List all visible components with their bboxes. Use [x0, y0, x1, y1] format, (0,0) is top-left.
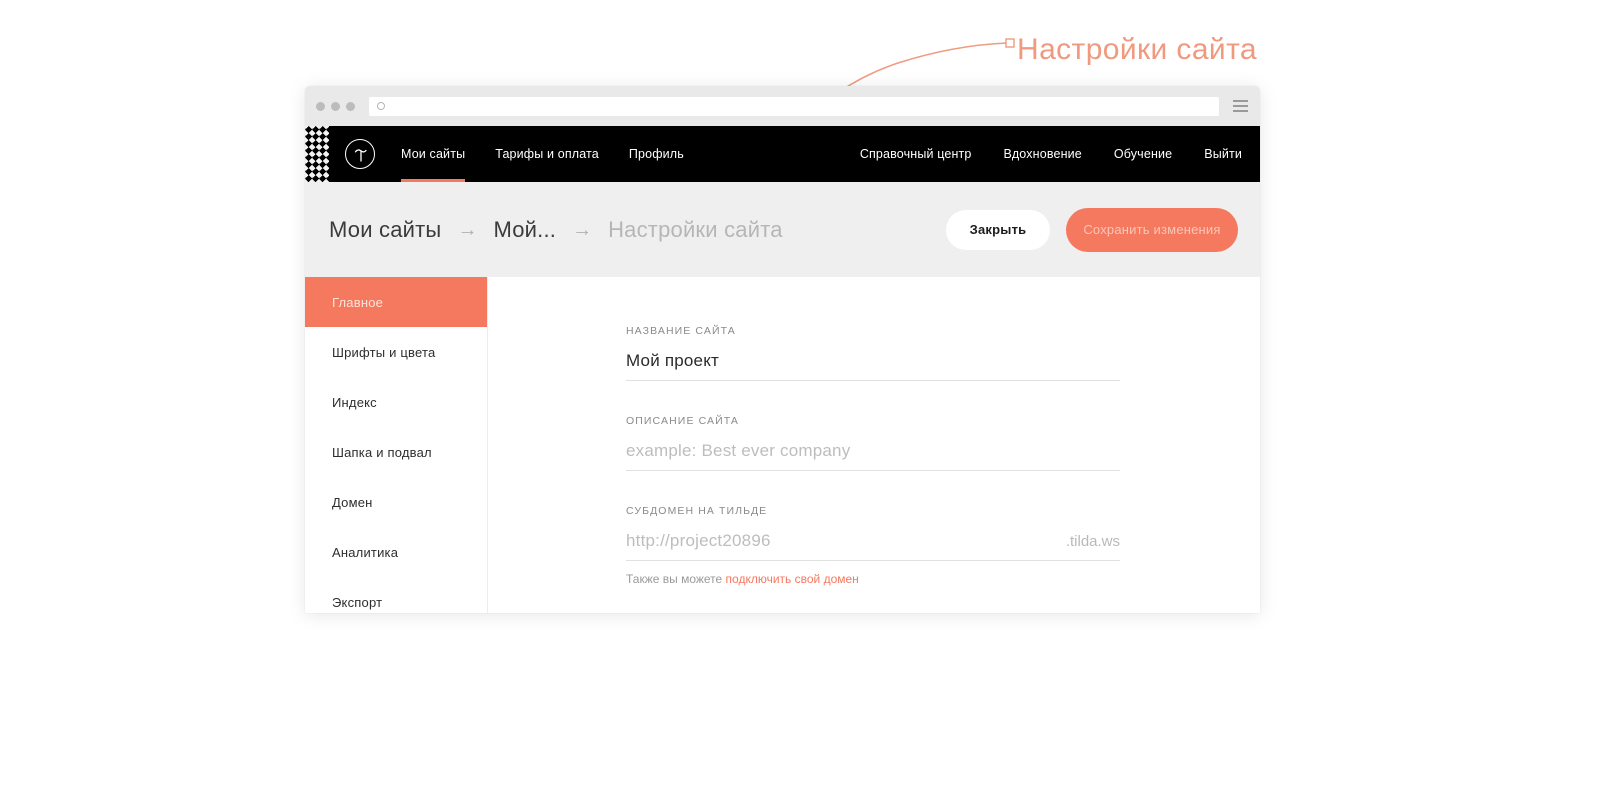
nav-item-label: Выйти	[1204, 147, 1242, 161]
nav-secondary-links: Справочный центр Вдохновение Обучение Вы…	[828, 126, 1242, 182]
nav-item-help-center[interactable]: Справочный центр	[860, 126, 972, 182]
nav-item-label: Мои сайты	[401, 147, 466, 161]
sidebar-item-export[interactable]: Экспорт	[305, 577, 487, 613]
sidebar-item-label: Шрифты и цвета	[332, 344, 436, 360]
window-maximize-dot[interactable]	[346, 101, 355, 111]
breadcrumb-actions: Закрыть Сохранить изменения	[946, 207, 1238, 252]
nav-item-label: Профиль	[628, 147, 684, 161]
sidebar-item-label: Главное	[332, 294, 384, 310]
nav-item-logout[interactable]: Выйти	[1204, 126, 1242, 182]
sidebar-item-label: Аналитика	[332, 544, 399, 560]
nav-item-label: Обучение	[1113, 147, 1173, 161]
breadcrumb-bar: Мои сайты → Мой... → Настройки сайта Зак…	[305, 182, 1260, 277]
browser-chrome-bar	[305, 86, 1260, 126]
settings-panel: Главное Шрифты и цвета Индекс Шапка и по…	[305, 277, 1260, 613]
sidebar-item-label: Экспорт	[332, 594, 383, 610]
nav-item-plans-and-payment[interactable]: Тарифы и оплата	[495, 126, 599, 182]
sidebar-item-main[interactable]: Главное	[305, 277, 487, 327]
breadcrumb-item-site-settings: Настройки сайта	[608, 216, 783, 242]
nav-item-my-sites[interactable]: Мои сайты	[401, 126, 466, 182]
tilda-logo-icon[interactable]	[345, 139, 375, 169]
breadcrumb-separator-icon: →	[572, 218, 593, 241]
subdomain-input[interactable]	[626, 531, 1056, 551]
connect-own-domain-link[interactable]: подключить свой домен	[726, 572, 859, 586]
nav-item-training[interactable]: Обучение	[1114, 126, 1172, 182]
site-title-input[interactable]	[626, 351, 1120, 371]
sidebar-item-header-and-footer[interactable]: Шапка и подвал	[305, 427, 487, 477]
sidebar-item-label: Шапка и подвал	[332, 444, 432, 460]
subdomain-hint-text: Также вы можете	[626, 572, 726, 586]
sidebar-item-label: Домен	[332, 494, 373, 510]
sidebar-item-label: Индекс	[332, 394, 377, 410]
breadcrumb-separator-icon: →	[457, 218, 478, 241]
screenshot-root: Настройки сайта Мои сайты Тарифы и оплат…	[0, 0, 1600, 800]
settings-form: НАЗВАНИЕ САЙТА ОПИСАНИЕ САЙТА СУБДОМЕН Н…	[488, 277, 1260, 613]
breadcrumb: Мои сайты → Мой... → Настройки сайта	[329, 217, 783, 243]
browser-address-bar[interactable]	[369, 96, 1219, 116]
field-label: НАЗВАНИЕ САЙТА	[626, 325, 736, 337]
window-traffic-lights	[316, 101, 355, 111]
field-label: СУБДОМЕН НА ТИЛЬДЕ	[626, 505, 768, 517]
annotation-label: Настройки сайта	[1017, 33, 1257, 66]
breadcrumb-item-site[interactable]: Мой...	[493, 217, 556, 243]
field-input-row: .tilda.ws	[626, 531, 1120, 561]
sidebar-item-index[interactable]: Индекс	[305, 377, 487, 427]
nav-item-label: Справочный центр	[859, 147, 972, 161]
nav-item-label: Вдохновение	[1003, 147, 1082, 161]
reload-icon[interactable]	[377, 102, 385, 110]
save-changes-button[interactable]: Сохранить изменения	[1066, 207, 1238, 252]
nav-item-label: Тарифы и оплата	[495, 147, 599, 161]
field-site-title: НАЗВАНИЕ САЙТА	[626, 325, 1120, 381]
sidebar-item-domain[interactable]: Домен	[305, 477, 487, 527]
window-minimize-dot[interactable]	[331, 101, 340, 111]
breadcrumb-item-my-sites[interactable]: Мои сайты	[329, 217, 441, 243]
field-site-description: ОПИСАНИЕ САЙТА	[626, 415, 1120, 471]
nav-primary-links: Мои сайты Тарифы и оплата Профиль	[401, 126, 714, 182]
settings-sidebar: Главное Шрифты и цвета Индекс Шапка и по…	[305, 277, 488, 613]
top-navigation: Мои сайты Тарифы и оплата Профиль Справо…	[305, 126, 1260, 182]
nav-item-profile[interactable]: Профиль	[629, 126, 684, 182]
sidebar-item-fonts-and-colors[interactable]: Шрифты и цвета	[305, 327, 487, 377]
hamburger-icon[interactable]	[1233, 100, 1248, 112]
nav-item-inspiration[interactable]: Вдохновение	[1004, 126, 1082, 182]
field-input-row	[626, 351, 1120, 381]
field-label: ОПИСАНИЕ САЙТА	[626, 415, 740, 427]
window-close-dot[interactable]	[316, 101, 325, 111]
site-description-input[interactable]	[626, 441, 1120, 461]
field-input-row	[626, 441, 1120, 471]
subdomain-suffix: .tilda.ws	[1065, 533, 1120, 550]
browser-window: Мои сайты Тарифы и оплата Профиль Справо…	[305, 86, 1260, 613]
subdomain-hint: Также вы можете подключить свой домен	[626, 572, 1120, 586]
close-button[interactable]: Закрыть	[946, 209, 1050, 250]
field-subdomain: СУБДОМЕН НА ТИЛЬДЕ .tilda.ws Также вы мо…	[626, 505, 1120, 586]
zigzag-pattern-icon	[305, 126, 329, 182]
sidebar-item-analytics[interactable]: Аналитика	[305, 527, 487, 577]
